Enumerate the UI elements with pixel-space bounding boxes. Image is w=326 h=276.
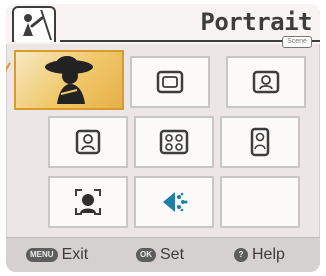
set-hint[interactable]: OK Set xyxy=(136,246,184,264)
scene-cell-person[interactable] xyxy=(48,116,128,168)
scene-cell-fireworks[interactable] xyxy=(134,176,214,228)
scene-cell-landscape[interactable] xyxy=(130,56,210,108)
menu-key-icon: MENU xyxy=(26,248,58,262)
tall-person-icon xyxy=(250,127,270,157)
scene-grid xyxy=(6,50,316,234)
help-key-icon: ? xyxy=(234,248,248,262)
menu-header: Portrait Scene xyxy=(6,4,320,48)
portrait-frame-icon xyxy=(252,70,280,94)
scene-cell-group[interactable] xyxy=(134,116,214,168)
header-underline xyxy=(60,40,320,42)
exit-label: Exit xyxy=(61,246,89,263)
portrait-hat-icon xyxy=(45,56,93,104)
fireworks-icon xyxy=(163,192,188,212)
scene-cell-portrait[interactable] xyxy=(6,50,124,110)
selection-marker xyxy=(6,62,11,74)
scene-cell-tall-person[interactable] xyxy=(220,116,300,168)
scene-tag-badge: Scene xyxy=(282,36,312,48)
person-frame-icon xyxy=(75,129,101,155)
scene-cell-empty xyxy=(220,176,300,228)
scene-cell-portrait-frame[interactable] xyxy=(226,56,306,108)
face-detect-icon xyxy=(75,189,101,215)
scene-cell-face[interactable] xyxy=(48,176,128,228)
group-frame-icon xyxy=(159,129,189,155)
camera-scene-menu: Portrait Scene MENU Exit OK Set ? Help xyxy=(6,4,320,272)
help-hint[interactable]: ? Help xyxy=(234,246,285,264)
button-hint-bar: MENU Exit OK Set ? Help xyxy=(6,237,320,272)
ok-key-icon: OK xyxy=(136,248,156,262)
set-label: Set xyxy=(160,246,185,263)
landscape-frame-icon xyxy=(156,70,184,94)
exit-hint[interactable]: MENU Exit xyxy=(26,246,88,264)
help-label: Help xyxy=(252,246,285,263)
mode-title: Portrait xyxy=(200,8,312,36)
